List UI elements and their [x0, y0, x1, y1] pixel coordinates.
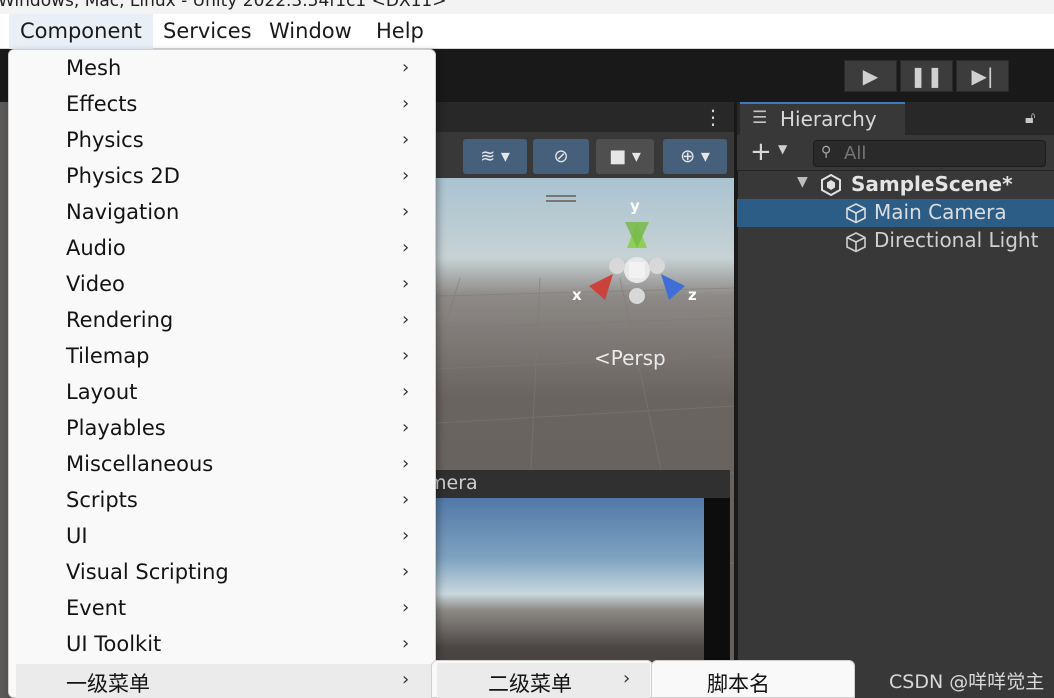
menu-item-label: UI Toolkit: [66, 632, 162, 656]
chevron-right-icon: ›: [623, 668, 631, 689]
projection-toggle[interactable]: <Persp: [594, 346, 666, 370]
layers-icon: ≋ ▾: [480, 146, 510, 167]
chevron-down-icon[interactable]: ▼: [778, 142, 787, 156]
menu-item-label: Rendering: [66, 308, 174, 332]
lock-icon[interactable]: 🔓︎: [1025, 108, 1035, 128]
menu-item-label: Physics: [66, 128, 144, 152]
projection-label: Persp: [610, 346, 666, 370]
submenu-item-script-name[interactable]: 脚本名: [707, 668, 770, 698]
hierarchy-tab-label: Hierarchy: [780, 107, 877, 131]
hierarchy-item-label: Main Camera: [874, 200, 1007, 224]
chevron-right-icon: ›: [402, 93, 410, 114]
camera-icon: ■ ▾: [609, 146, 641, 167]
pause-button[interactable]: ❚❚: [900, 60, 953, 92]
menu-item-label: 一级菜单: [66, 672, 150, 696]
chevron-right-icon: ›: [402, 561, 410, 582]
chevron-right-icon: ›: [402, 453, 410, 474]
gameobject-cube-icon: [846, 203, 866, 224]
chevron-right-icon: ›: [402, 417, 410, 438]
chevron-right-icon: ›: [402, 669, 410, 690]
chevron-right-icon: ›: [402, 597, 410, 618]
chevron-right-icon: ›: [402, 345, 410, 366]
menu-item-label: UI: [66, 524, 88, 548]
search-input[interactable]: [844, 143, 1039, 164]
chevron-right-icon: ›: [402, 309, 410, 330]
menu-services[interactable]: Services: [152, 14, 263, 49]
hierarchy-search[interactable]: [813, 140, 1046, 167]
chevron-right-icon: ›: [402, 57, 410, 78]
gizmo-sphere-icon: ⊕ ▾: [680, 146, 710, 167]
hidden-eye-icon: ⊘: [553, 146, 569, 167]
menu-item-label: Mesh: [66, 56, 122, 80]
chevron-right-icon: ›: [402, 381, 410, 402]
window-title-bar: Windows, Mac, Linux - Unity 2022.3.54f1c…: [0, 0, 1054, 14]
list-icon: ☰: [752, 108, 768, 128]
step-button[interactable]: ▶|: [956, 60, 1009, 92]
gizmo-z-label: z: [688, 286, 697, 304]
gameobject-cube-icon: [846, 232, 866, 253]
menu-item-label: Playables: [66, 416, 166, 440]
scene-gizmos-toggle[interactable]: ⊕ ▾: [663, 139, 727, 174]
menu-help[interactable]: Help: [365, 14, 435, 49]
menu-item-label: Layout: [66, 380, 138, 404]
chevron-right-icon: ›: [402, 489, 410, 510]
add-object-button[interactable]: +: [750, 137, 772, 167]
menu-item-label: Physics 2D: [66, 164, 180, 188]
submenu-item-label: 二级菜单: [488, 672, 572, 696]
menu-item-label: Audio: [66, 236, 126, 260]
expand-arrow-icon[interactable]: ▼: [797, 174, 808, 190]
menu-bar: Component Services Window Help: [0, 14, 1054, 49]
search-icon: ⚲: [821, 144, 832, 160]
chevron-right-icon: ›: [402, 525, 410, 546]
viewport-drag-handle[interactable]: [546, 195, 576, 202]
scene-visibility-toggle[interactable]: ⊘: [533, 139, 589, 174]
scene-more-options-icon[interactable]: ⋮: [703, 106, 723, 128]
chevron-right-icon: ›: [402, 165, 410, 186]
menu-item-label: Event: [66, 596, 127, 620]
play-icon: ▶: [862, 64, 879, 88]
menu-component[interactable]: Component: [9, 14, 153, 49]
step-icon: ▶|: [971, 64, 994, 88]
chevron-right-icon: ›: [402, 273, 410, 294]
menu-window[interactable]: Window: [258, 14, 363, 49]
menu-item-label: Tilemap: [66, 344, 150, 368]
chevron-right-icon: ›: [402, 201, 410, 222]
menu-item-label: Scripts: [66, 488, 138, 512]
watermark: CSDN @咩咩觉主: [889, 671, 1045, 693]
menu-item-label: Visual Scripting: [66, 560, 229, 584]
menu-item-label: Video: [66, 272, 125, 296]
scene-camera-toggle[interactable]: ■ ▾: [596, 139, 654, 174]
chevron-right-icon: ›: [402, 633, 410, 654]
scene-effects-toggle[interactable]: ≋ ▾: [463, 139, 527, 174]
hierarchy-item-label: Directional Light: [874, 228, 1039, 252]
menu-item-label: Effects: [66, 92, 138, 116]
window-title: Windows, Mac, Linux - Unity 2022.3.54f1c…: [0, 0, 447, 11]
menu-item-label: Miscellaneous: [66, 452, 214, 476]
scene-name: SampleScene*: [851, 172, 1013, 196]
gizmo-y-label: y: [630, 197, 640, 215]
play-button[interactable]: ▶: [844, 60, 897, 92]
chevron-right-icon: ›: [402, 129, 410, 150]
gizmo-x-label: x: [572, 286, 582, 304]
menu-item-label: Navigation: [66, 200, 180, 224]
unity-scene-icon: [821, 174, 841, 196]
pause-icon: ❚❚: [909, 64, 944, 88]
chevron-right-icon: ›: [402, 237, 410, 258]
perspective-icon: <: [594, 346, 611, 370]
